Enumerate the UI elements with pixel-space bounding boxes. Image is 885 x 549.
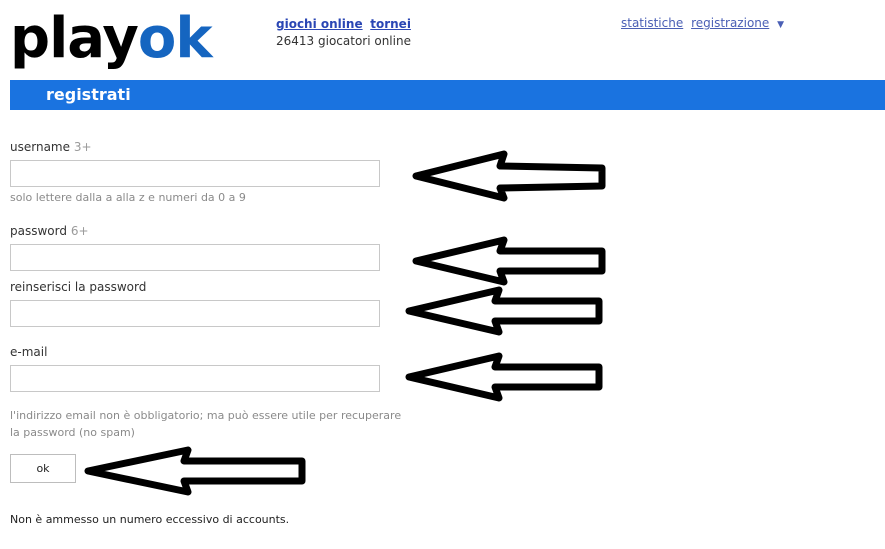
email-label: e-mail bbox=[10, 345, 48, 359]
games-online-link[interactable]: giochi online bbox=[276, 17, 363, 31]
accounts-notice: Non è ammesso un numero eccessivo di acc… bbox=[10, 513, 290, 526]
statistics-link[interactable]: statistiche bbox=[621, 16, 683, 30]
logo-text-ok: ok bbox=[137, 6, 213, 71]
password-min-length: 6+ bbox=[70, 224, 89, 238]
repeat-password-input[interactable] bbox=[10, 300, 380, 327]
online-players-count: 26413 giocatori online bbox=[276, 34, 411, 48]
ok-submit-button[interactable]: ok bbox=[10, 454, 76, 483]
email-hint-line2: la password (no spam) bbox=[10, 426, 135, 439]
username-min-length: 3+ bbox=[73, 140, 92, 154]
arrow-icon bbox=[405, 286, 603, 336]
registration-link[interactable]: registrazione bbox=[691, 16, 769, 30]
logo-text-play: play bbox=[10, 6, 139, 71]
username-label-text: username bbox=[10, 140, 70, 154]
top-nav: giochi online tornei 26413 giocatori onl… bbox=[276, 16, 411, 50]
password-label-text: password bbox=[10, 224, 67, 238]
arrow-icon bbox=[412, 236, 606, 286]
password-label: password 6+ bbox=[10, 224, 89, 238]
repeat-password-label: reinserisci la password bbox=[10, 280, 147, 294]
username-input[interactable] bbox=[10, 160, 380, 187]
tournaments-link[interactable]: tornei bbox=[370, 17, 411, 31]
password-input[interactable] bbox=[10, 244, 380, 271]
account-nav: statistiche registrazione ▼ bbox=[621, 16, 784, 30]
email-hint: l'indirizzo email non è obbligatorio; ma… bbox=[10, 407, 401, 441]
playok-logo[interactable]: playok bbox=[10, 4, 213, 74]
page-header-bar: registrati bbox=[10, 80, 885, 110]
email-hint-line1: l'indirizzo email non è obbligatorio; ma… bbox=[10, 409, 402, 422]
username-hint: solo lettere dalla a alla z e numeri da … bbox=[10, 191, 246, 204]
email-input[interactable] bbox=[10, 365, 380, 392]
arrow-icon bbox=[84, 446, 306, 496]
username-label: username 3+ bbox=[10, 140, 92, 154]
chevron-down-icon[interactable]: ▼ bbox=[777, 20, 784, 30]
arrow-icon bbox=[405, 352, 603, 402]
page-title: registrati bbox=[46, 85, 131, 104]
arrow-icon bbox=[412, 150, 606, 202]
